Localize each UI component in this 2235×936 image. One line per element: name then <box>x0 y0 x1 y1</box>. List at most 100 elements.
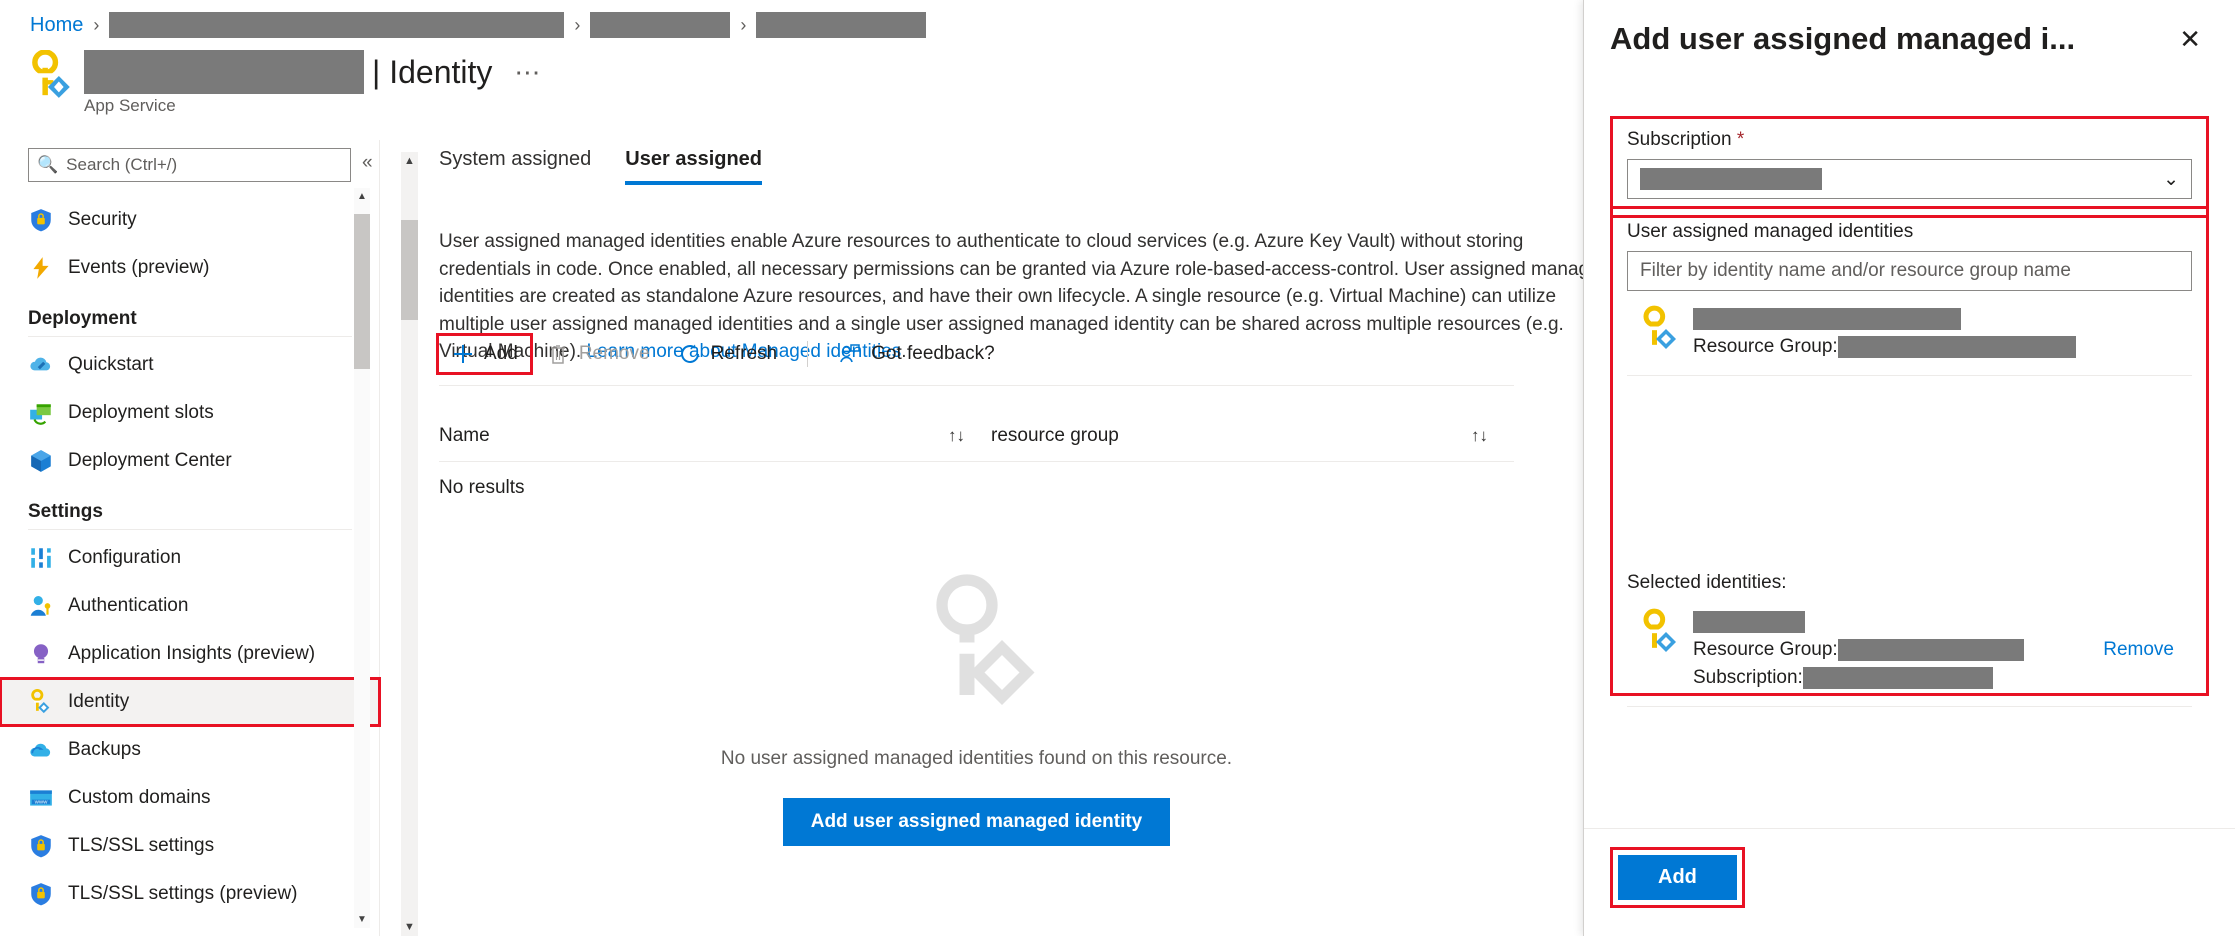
page-more-menu[interactable]: ⋯ <box>514 57 542 88</box>
subscription-field-group: Subscription * ⌄ <box>1610 116 2209 218</box>
user-assigned-identities-group: User assigned managed identities Filter … <box>1610 206 2209 696</box>
table-column-resource-group[interactable]: resource group ↑↓ <box>991 425 1514 447</box>
plus-icon <box>451 342 475 366</box>
sort-updown-icon[interactable]: ↑↓ <box>1471 426 1488 446</box>
table-column-name[interactable]: Name ↑↓ <box>439 425 991 447</box>
sidebar-item-identity[interactable]: Identity <box>0 678 380 726</box>
sidebar-item-label: Identity <box>68 691 129 713</box>
add-identity-blade: Add user assigned managed i... ✕ Subscri… <box>1583 0 2235 936</box>
refresh-icon <box>678 342 702 366</box>
selected-identity-resource-group-label: Resource Group: <box>1693 639 1838 661</box>
cloud-rocket-icon <box>28 352 54 378</box>
blade-add-button-highlight: Add <box>1610 847 1745 908</box>
command-toolbar: Add Remove Refresh <box>439 332 1007 376</box>
selected-identity-lines: Resource Group: Subscription: <box>1693 608 2091 692</box>
sidebar-item-label: Backups <box>68 739 141 761</box>
subscription-select[interactable]: ⌄ <box>1627 159 2192 199</box>
identity-list-item[interactable]: Resource Group: <box>1627 291 2192 376</box>
table-column-resource-group-label: resource group <box>991 425 1119 447</box>
user-key-icon <box>28 593 54 619</box>
breadcrumb-separator-2: › <box>574 15 580 36</box>
sidebar-item-tls-ssl-settings[interactable]: TLS/SSL settings <box>0 822 380 870</box>
lightbulb-icon <box>28 641 54 667</box>
tab-system-assigned[interactable]: System assigned <box>439 148 591 185</box>
chevron-down-icon[interactable]: ⌄ <box>2163 168 2179 191</box>
sidebar-item-deployment-center[interactable]: Deployment Center <box>0 437 380 485</box>
add-user-assigned-managed-identity-button[interactable]: Add user assigned managed identity <box>783 798 1171 846</box>
sidebar-item-application-insights[interactable]: Application Insights (preview) <box>0 630 380 678</box>
deployment-slots-icon <box>28 400 54 426</box>
sidebar-nav-list: Security Events (preview) Deployment Qui… <box>0 196 380 936</box>
svg-text:WWW: WWW <box>35 800 49 805</box>
scroll-up-icon[interactable]: ▲ <box>354 188 370 205</box>
sidebar-item-events-preview[interactable]: Events (preview) <box>0 244 380 292</box>
sidebar-item-custom-domains[interactable]: WWW Custom domains <box>0 774 380 822</box>
breadcrumb-home-link[interactable]: Home <box>30 14 83 37</box>
sidebar-item-backups[interactable]: Backups <box>0 726 380 774</box>
sidebar-item-authentication[interactable]: Authentication <box>0 582 380 630</box>
selected-identity-subscription-redacted <box>1803 667 1993 689</box>
sort-updown-icon[interactable]: ↑↓ <box>948 426 965 446</box>
selected-identity-resource-group-line: Resource Group: <box>1693 636 2091 664</box>
key-identity-icon <box>1641 608 1681 656</box>
sidebar-item-security[interactable]: Security <box>0 196 380 244</box>
subscription-label-text: Subscription <box>1627 129 1732 150</box>
key-identity-icon <box>1641 305 1681 353</box>
sidebar-item-label: Security <box>68 209 137 231</box>
scroll-down-icon[interactable]: ▼ <box>401 918 418 936</box>
sidebar-scrollbar[interactable]: ▲ ▼ <box>354 188 370 928</box>
page-title-row: | Identity ⋯ App Service <box>30 50 542 116</box>
sidebar-item-deployment-slots[interactable]: Deployment slots <box>0 389 380 437</box>
scroll-down-icon[interactable]: ▼ <box>354 911 370 928</box>
table-header-row: Name ↑↓ resource group ↑↓ <box>439 410 1514 462</box>
sidebar-item-label: Configuration <box>68 547 181 569</box>
lightning-icon <box>28 255 54 281</box>
key-identity-large-icon <box>902 570 1052 720</box>
scroll-up-icon[interactable]: ▲ <box>401 152 418 170</box>
identity-filter-input[interactable]: Filter by identity name and/or resource … <box>1627 251 2192 291</box>
search-placeholder: Search (Ctrl+/) <box>66 155 177 175</box>
identity-resource-group-label: Resource Group: <box>1693 336 1838 358</box>
identity-filter-placeholder: Filter by identity name and/or resource … <box>1640 260 2071 282</box>
sidebar-collapse-button[interactable]: « <box>362 152 373 174</box>
sidebar-item-quickstart[interactable]: Quickstart <box>0 341 380 389</box>
key-identity-icon <box>28 689 54 715</box>
sidebar-group-settings: Settings <box>0 485 380 529</box>
breadcrumb-item-1-redacted[interactable] <box>109 12 564 38</box>
sidebar-item-configuration[interactable]: Configuration <box>0 534 380 582</box>
remove-identity-link[interactable]: Remove <box>2103 639 2174 661</box>
breadcrumb-separator-3: › <box>740 15 746 36</box>
shield-lock-icon <box>28 881 54 907</box>
tab-user-assigned[interactable]: User assigned <box>625 148 762 185</box>
trash-icon <box>546 342 570 366</box>
selected-identity-item: Resource Group: Subscription: Remove <box>1627 594 2192 707</box>
add-button-label: Add <box>484 343 518 365</box>
got-feedback-button[interactable]: Got feedback? <box>826 336 1007 372</box>
sidebar-scrollbar-thumb[interactable] <box>354 214 370 369</box>
key-identity-icon <box>30 50 74 102</box>
sidebar-item-label: Deployment slots <box>68 402 214 424</box>
close-icon[interactable]: ✕ <box>2171 18 2209 61</box>
breadcrumb-item-2-redacted[interactable] <box>590 12 730 38</box>
resource-name-redacted <box>84 50 364 94</box>
content-scrollbar[interactable]: ▲ ▼ <box>401 152 418 936</box>
breadcrumb-item-3-redacted[interactable] <box>756 12 926 38</box>
content-scrollbar-thumb[interactable] <box>401 220 418 320</box>
sliders-icon <box>28 545 54 571</box>
search-icon: 🔍 <box>37 155 58 175</box>
add-button[interactable]: Add <box>439 336 530 372</box>
search-input[interactable]: 🔍 Search (Ctrl+/) <box>28 148 351 182</box>
refresh-button[interactable]: Refresh <box>666 336 790 372</box>
sidebar-item-tls-ssl-settings-preview[interactable]: TLS/SSL settings (preview) <box>0 870 380 918</box>
subscription-label: Subscription * <box>1627 129 2192 151</box>
identity-list-item-lines: Resource Group: <box>1693 305 2188 361</box>
blade-header: Add user assigned managed i... ✕ <box>1584 0 2235 78</box>
empty-state-text: No user assigned managed identities foun… <box>721 748 1232 770</box>
selected-identities-label: Selected identities: <box>1627 572 2192 594</box>
blade-title: Add user assigned managed i... <box>1610 21 2171 57</box>
blade-footer: Add <box>1584 828 2235 936</box>
blade-add-button[interactable]: Add <box>1618 855 1737 900</box>
selected-identity-name-redacted <box>1693 611 1805 633</box>
selected-identity-name-line <box>1693 608 2091 636</box>
identities-table: Name ↑↓ resource group ↑↓ No results <box>439 410 1514 514</box>
